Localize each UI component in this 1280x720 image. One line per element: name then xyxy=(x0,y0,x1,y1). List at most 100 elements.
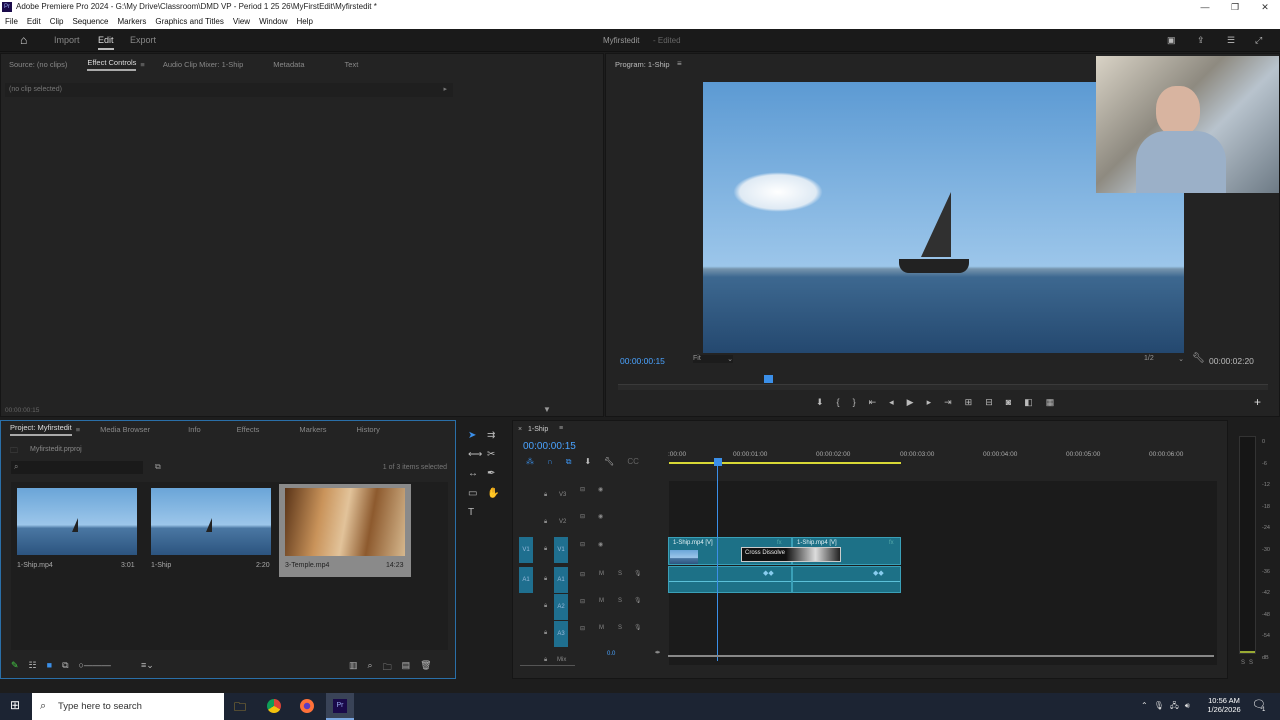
snap-magnet-icon[interactable]: ∩ xyxy=(547,457,553,467)
project-item[interactable]: 1-Ship.mp4 3:01 xyxy=(11,482,147,576)
ripple-edit-tool-icon[interactable]: ⟷ xyxy=(468,449,487,462)
close-sequence-icon[interactable]: × xyxy=(518,426,522,433)
source-patch-v1[interactable]: V1 xyxy=(519,537,533,563)
tray-icons[interactable]: ⌃🎙︎🖧🔊︎ xyxy=(1141,700,1196,714)
mark-out-icon[interactable]: } xyxy=(853,397,856,408)
track-label-a2[interactable]: A2 xyxy=(554,594,568,620)
find-icon[interactable]: ⌕ xyxy=(368,660,373,676)
start-windows-icon[interactable]: ⊞ xyxy=(10,698,20,712)
work-area-bar[interactable] xyxy=(669,462,901,464)
add-button-icon[interactable]: + xyxy=(1254,395,1261,409)
track-label-v1[interactable]: V1 xyxy=(554,537,568,563)
pencil-icon[interactable]: ✎ xyxy=(11,660,19,671)
lock-icon[interactable]: 🔒︎ xyxy=(544,492,547,499)
home-icon[interactable]: ⌂ xyxy=(20,29,27,52)
tab-markers[interactable]: Markers xyxy=(299,425,326,434)
timeline-horizontal-scrollbar[interactable] xyxy=(668,655,1214,657)
sync-lock-icon[interactable]: ⊟ xyxy=(580,625,585,632)
timeline-timecode[interactable]: 00:00:00:15 xyxy=(523,441,576,452)
export-frame-camera-icon[interactable]: ◙ xyxy=(1006,397,1011,408)
overwrite-icon[interactable]: ⊟ xyxy=(985,397,993,408)
tab-effects[interactable]: Effects xyxy=(237,425,260,434)
volume-line[interactable] xyxy=(669,581,791,582)
tab-source[interactable]: Source: (no clips) xyxy=(9,60,67,69)
solo-button[interactable]: S xyxy=(618,571,622,577)
fit-timeline-icon[interactable]: ⇹ xyxy=(655,649,660,656)
lock-icon[interactable]: 🔒︎ xyxy=(544,519,547,526)
sequence-menu-icon[interactable]: ≡ xyxy=(559,425,563,432)
project-item[interactable]: 1-Ship 2:20 xyxy=(145,482,281,576)
pen-tool-icon[interactable]: ✒ xyxy=(487,468,506,481)
menu-edit[interactable]: Edit xyxy=(27,14,41,29)
new-search-bin-icon[interactable]: ⧉ xyxy=(155,462,161,472)
trash-icon[interactable]: 🗑︎ xyxy=(420,660,431,676)
proxy-toggle-icon[interactable]: ▦ xyxy=(1046,397,1055,408)
play-icon[interactable]: ▶ xyxy=(907,397,914,408)
tab-media-browser[interactable]: Media Browser xyxy=(100,425,150,434)
menu-markers[interactable]: Markers xyxy=(118,14,147,29)
audio-clip[interactable]: ◆◆ xyxy=(668,566,792,593)
track-label-v2[interactable]: V2 xyxy=(559,519,566,525)
chrome-icon[interactable] xyxy=(267,699,281,713)
slip-tool-icon[interactable]: ↔ xyxy=(468,468,487,481)
menu-window[interactable]: Window xyxy=(259,14,287,29)
selection-tool-icon[interactable]: ➤ xyxy=(468,430,487,443)
tab-metadata[interactable]: Metadata xyxy=(273,60,304,69)
close-button[interactable]: ✕ xyxy=(1250,0,1280,14)
sort-icon[interactable]: ≡⌄ xyxy=(141,660,154,671)
menu-help[interactable]: Help xyxy=(297,14,313,29)
fit-dropdown[interactable]: Fit ⌄ xyxy=(693,355,733,363)
cross-dissolve-transition[interactable]: Cross Dissolve xyxy=(741,547,841,562)
zoom-slider[interactable]: ○——— xyxy=(79,660,111,671)
program-menu-icon[interactable]: ≡ xyxy=(677,59,682,68)
filter-icon[interactable]: ▼ xyxy=(543,405,551,414)
razor-tool-icon[interactable]: ✂ xyxy=(487,449,506,462)
timeline-playhead-line[interactable] xyxy=(717,466,718,661)
timeline-playhead-handle[interactable] xyxy=(714,458,722,466)
program-timecode[interactable]: 00:00:00:15 xyxy=(620,356,665,366)
track-label-a1[interactable]: A1 xyxy=(554,567,568,593)
volume-line[interactable] xyxy=(793,581,900,582)
sync-lock-icon[interactable]: ⊟ xyxy=(580,598,585,605)
tab-history[interactable]: History xyxy=(357,425,380,434)
go-to-in-icon[interactable]: ⇤ xyxy=(869,397,877,408)
project-menu-icon[interactable]: ≡ xyxy=(76,425,80,434)
tab-edit[interactable]: Edit xyxy=(98,29,114,52)
lock-icon[interactable]: 🔒︎ xyxy=(544,576,547,583)
icon-view-icon[interactable]: ■ xyxy=(47,660,52,671)
track-label-a3[interactable]: A3 xyxy=(554,621,568,647)
rectangle-tool-icon[interactable]: ▭ xyxy=(468,488,487,501)
solo-right-button[interactable]: S xyxy=(1249,660,1253,666)
lock-icon[interactable]: 🔒︎ xyxy=(544,630,547,637)
menu-file[interactable]: File xyxy=(5,14,18,29)
program-scrubber[interactable] xyxy=(618,384,1268,390)
add-marker-icon[interactable]: ⬇ xyxy=(584,457,591,467)
voiceover-mic-icon[interactable]: 🎙︎ xyxy=(634,624,642,631)
go-to-out-icon[interactable]: ⇥ xyxy=(944,397,952,408)
eye-icon[interactable]: ◉ xyxy=(598,486,603,493)
voiceover-mic-icon[interactable]: 🎙︎ xyxy=(634,597,642,604)
hand-tool-icon[interactable]: ✋ xyxy=(487,488,506,501)
quick-export-icon[interactable]: ▣ xyxy=(1167,29,1176,52)
panel-menu-icon[interactable]: ≡ xyxy=(140,60,144,69)
fullscreen-icon[interactable]: ⤢ xyxy=(1255,29,1262,52)
freeform-view-icon[interactable]: ⧉ xyxy=(62,660,68,671)
insert-icon[interactable]: ⊞ xyxy=(965,397,973,408)
menu-clip[interactable]: Clip xyxy=(50,14,64,29)
type-tool-icon[interactable]: T xyxy=(468,507,487,520)
project-item-selected[interactable]: 3-Temple.mp4 14:23 xyxy=(279,484,411,577)
comparison-view-icon[interactable]: ◧ xyxy=(1024,397,1033,408)
sync-lock-icon[interactable]: ⊟ xyxy=(580,486,585,493)
sequence-tab[interactable]: 1-Ship xyxy=(528,426,548,433)
automate-to-sequence-icon[interactable]: ▥ xyxy=(349,660,358,676)
lock-icon[interactable]: 🔒︎ xyxy=(544,546,547,553)
track-height-slider[interactable] xyxy=(520,665,575,666)
timeline-settings-wrench-icon[interactable]: 🔧︎ xyxy=(604,457,614,467)
step-back-icon[interactable]: ◂ xyxy=(889,397,894,408)
menu-sequence[interactable]: Sequence xyxy=(72,14,108,29)
solo-button[interactable]: S xyxy=(618,598,622,604)
tab-audio-clip-mixer[interactable]: Audio Clip Mixer: 1-Ship xyxy=(163,60,243,69)
settings-wrench-icon[interactable]: 🔧︎ xyxy=(1192,353,1205,364)
sync-lock-icon[interactable]: ⊟ xyxy=(580,541,585,548)
sync-lock-icon[interactable]: ⊟ xyxy=(580,513,585,520)
